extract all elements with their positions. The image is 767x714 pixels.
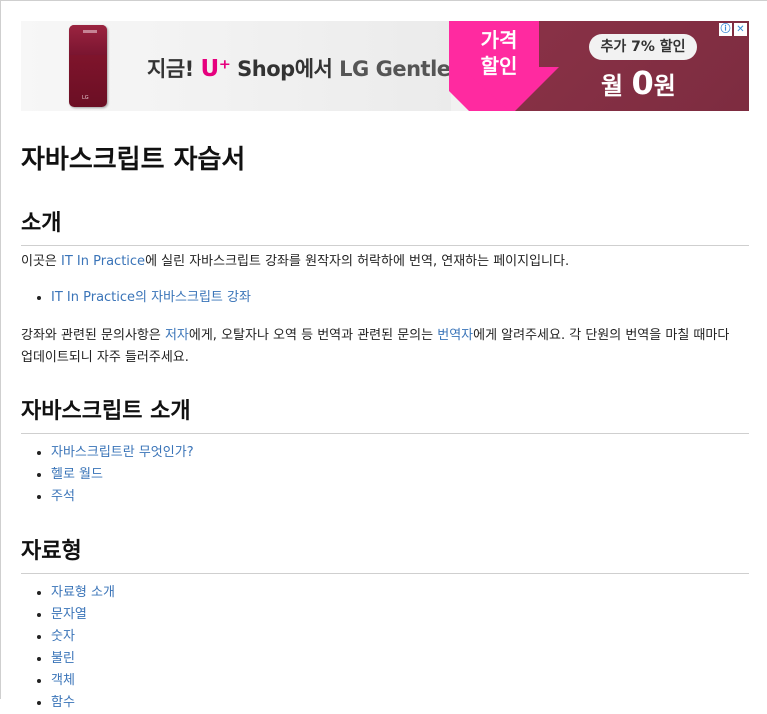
toc-link-hello-world[interactable]: 헬로 월드 [51,467,103,482]
ad-slogan-prefix: 지금! [147,57,201,81]
ad-product-name: LG Gentle [339,57,451,81]
list-item: 함수 [51,692,767,714]
toc-link-types-intro[interactable]: 자료형 소개 [51,585,115,600]
intro-text-prefix: 이곳은 [21,254,62,269]
price-cut-arrow: 가격 할인 [449,21,559,111]
toc-link-functions[interactable]: 함수 [51,695,75,710]
ad-controls: ⓘ ✕ [719,23,747,36]
ad-left-panel: LG 지금! U⁺ Shop에서 LG Gentle [21,21,451,111]
itinpractice-link[interactable]: IT In Practice [61,254,145,269]
price-cut-label: 가격 할인 [449,27,549,79]
types-list: 자료형 소개 문자열 숫자 불린 객체 함수 [21,582,767,714]
list-item: 자료형 소개 [51,582,767,604]
section-types-header: 자료형 [21,533,749,574]
ad-monthly-zero: 0 [631,64,654,102]
info-icon[interactable]: ⓘ [719,23,732,36]
list-item: 숫자 [51,626,767,648]
close-icon[interactable]: ✕ [734,23,747,36]
section-divider [21,573,749,574]
toc-link-booleans[interactable]: 불린 [51,651,75,666]
toc-link-objects[interactable]: 객체 [51,673,75,688]
author-link[interactable]: 저자 [165,328,189,343]
section-types-heading: 자료형 [21,539,82,564]
list-item: IT In Practice의 자바스크립트 강좌 [51,287,767,309]
original-course-link[interactable]: IT In Practice의 자바스크립트 강좌 [51,290,251,305]
intro-link-list: IT In Practice의 자바스크립트 강좌 [21,287,767,309]
contact-text-c: 에게 알려주세요. 각 단원의 번역을 마칠 때마다 [473,328,730,343]
price-cut-line2: 할인 [480,54,518,78]
ad-banner[interactable]: LG 지금! U⁺ Shop에서 LG Gentle 추가 7% 할인 월 0원… [21,21,749,111]
list-item: 자바스크립트란 무엇인가? [51,442,767,464]
price-cut-line1: 가격 [480,28,518,52]
toc-link-comments[interactable]: 주석 [51,489,75,504]
list-item: 헬로 월드 [51,464,767,486]
section-intro-heading: 소개 [21,211,62,236]
ad-extra-discount: 추가 7% 할인 [589,34,697,60]
toc-link-numbers[interactable]: 숫자 [51,629,75,644]
page-title: 자바스크립트 자습서 [21,145,246,175]
uplus-logo: U⁺ [200,56,231,82]
ad-slogan: 지금! U⁺ Shop에서 LG Gentle [147,53,451,83]
ad-monthly-prefix: 월 [601,72,632,100]
list-item: 불린 [51,648,767,670]
js-intro-list: 자바스크립트란 무엇인가? 헬로 월드 주석 [21,442,767,508]
ad-slogan-mid: Shop에서 [237,57,340,81]
list-item: 주석 [51,486,767,508]
phone-image: LG [69,25,107,107]
list-item: 객체 [51,670,767,692]
ad-monthly-price: 월 0원 [601,64,676,102]
contact-text-line2: 업데이트되니 자주 들러주세요. [21,350,189,365]
intro-text-suffix: 에 실린 자바스크립트 강좌를 원작자의 허락하에 번역, 연재하는 페이지입니… [145,254,570,269]
toc-link-strings[interactable]: 문자열 [51,607,87,622]
section-js-intro-header: 자바스크립트 소개 [21,393,749,434]
contact-paragraph: 강좌와 관련된 문의사항은 저자에게, 오탈자나 오역 등 번역과 관련된 문의… [21,325,749,369]
section-js-intro-heading: 자바스크립트 소개 [21,399,191,424]
intro-paragraph: 이곳은 IT In Practice에 실린 자바스크립트 강좌를 원작자의 허… [21,251,749,273]
section-divider [21,245,749,246]
contact-text-b: 에게, 오탈자나 오역 등 번역과 관련된 문의는 [188,328,438,343]
ad-monthly-suffix: 원 [653,72,676,100]
section-divider [21,433,749,434]
contact-text-a: 강좌와 관련된 문의사항은 [21,328,165,343]
translator-link[interactable]: 번역자 [437,328,473,343]
toc-link-what-is-js[interactable]: 자바스크립트란 무엇인가? [51,445,194,460]
list-item: 문자열 [51,604,767,626]
section-intro-header: 소개 [21,205,749,246]
